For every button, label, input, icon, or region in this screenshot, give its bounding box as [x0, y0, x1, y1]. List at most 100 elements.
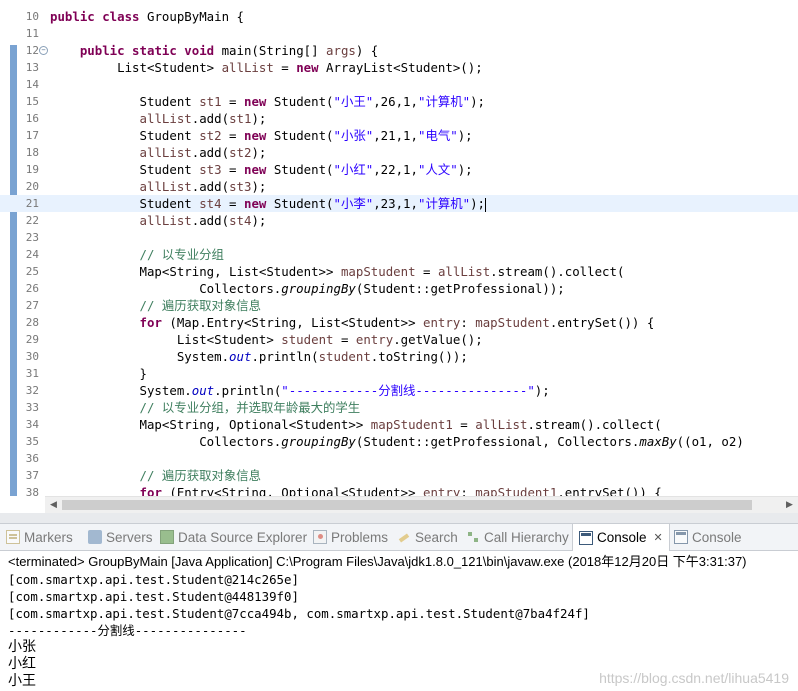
code-line[interactable]: 16 allList.add(st1); [0, 110, 798, 127]
tab-console[interactable]: Console [674, 524, 742, 550]
code-line[interactable]: 26 Collectors.groupingBy(Student::getPro… [0, 280, 798, 297]
line-number: 17 [25, 129, 39, 142]
line-number: 36 [25, 452, 39, 465]
code-line[interactable]: 34 Map<String, Optional<Student>> mapStu… [0, 416, 798, 433]
code-text: Student st1 = new Student("小王",26,1,"计算机… [50, 94, 485, 109]
line-number: 24 [25, 248, 39, 261]
code-text: Map<String, List<Student>> mapStudent = … [50, 264, 625, 279]
line-number: 19 [25, 163, 39, 176]
line-number: 35 [25, 435, 39, 448]
tab-label: Console [597, 530, 647, 545]
code-line[interactable]: 17 Student st2 = new Student("小张",21,1,"… [0, 127, 798, 144]
tab-label: Markers [24, 529, 73, 545]
scroll-left-icon[interactable]: ◀ [45, 497, 62, 514]
console-output-line: [com.smartxp.api.test.Student@7cca494b, … [8, 606, 590, 621]
line-number: 37 [25, 469, 39, 482]
tab-problems[interactable]: Problems [313, 524, 388, 550]
line-number: 26 [25, 282, 39, 295]
code-line[interactable]: 33 // 以专业分组，并选取年龄最大的学生 [0, 399, 798, 416]
tab-call-hierarchy[interactable]: Call Hierarchy [466, 524, 569, 550]
scroll-right-icon[interactable]: ▶ [781, 497, 798, 514]
code-line[interactable]: 15 Student st1 = new Student("小王",26,1,"… [0, 93, 798, 110]
code-line[interactable]: 11 [0, 25, 798, 42]
code-text: System.out.println(student.toString()); [50, 349, 468, 364]
code-line[interactable]: 10 public class GroupByMain { [0, 8, 798, 25]
horizontal-scrollbar[interactable]: ◀ ▶ [45, 496, 798, 514]
code-text: for (Entry<String, Optional<Student>> en… [139, 485, 662, 496]
code-line[interactable]: 24 // 以专业分组 [0, 246, 798, 263]
line-number: 20 [25, 180, 39, 193]
code-line[interactable]: 14 [0, 76, 798, 93]
console-output-line: [com.smartxp.api.test.Student@448139f0] [8, 589, 299, 604]
tab-search[interactable]: Search [397, 524, 458, 550]
code-line[interactable]: 23 [0, 229, 798, 246]
text-caret [485, 197, 486, 212]
line-number: 22 [25, 214, 39, 227]
code-text: List<Student> student = entry.getValue()… [50, 332, 483, 347]
code-line[interactable]: 30 System.out.println(student.toString()… [0, 348, 798, 365]
tab-console-active[interactable]: Console ✕ [572, 524, 670, 551]
code-text: // 遍历获取对象信息 [139, 298, 262, 313]
code-editor[interactable]: 10 public class GroupByMain { 11 12− public… [0, 0, 798, 496]
code-line[interactable]: 27 // 遍历获取对象信息 [0, 297, 798, 314]
line-number: 28 [25, 316, 39, 329]
console-view[interactable]: <terminated> GroupByMain [Java Applicati… [0, 551, 798, 691]
watermark: https://blog.csdn.net/lihua5419 [599, 670, 789, 686]
code-line[interactable]: 20 allList.add(st3); [0, 178, 798, 195]
code-text: for (Map.Entry<String, List<Student>> en… [139, 315, 655, 330]
line-number: 38 [25, 486, 39, 496]
data-source-icon [160, 530, 174, 544]
fold-toggle-icon[interactable]: − [39, 46, 48, 55]
code-text: Collectors.groupingBy(Student::getProfes… [50, 434, 744, 449]
code-line[interactable]: 36 [0, 450, 798, 467]
code-line[interactable]: 18 allList.add(st2); [0, 144, 798, 161]
code-line[interactable]: 31 } [0, 365, 798, 382]
code-text: Student st2 = new Student("小张",21,1,"电气"… [50, 128, 473, 143]
code-line[interactable]: 25 Map<String, List<Student>> mapStudent… [0, 263, 798, 280]
code-line[interactable]: 19 Student st3 = new Student("小红",22,1,"… [0, 161, 798, 178]
console-status: <terminated> GroupByMain [Java Applicati… [8, 554, 747, 569]
code-text: // 以专业分组 [139, 247, 224, 262]
line-number: 15 [25, 95, 39, 108]
code-text: public static void main(String[] args) { [79, 43, 379, 58]
search-icon [397, 530, 411, 544]
line-number: 18 [25, 146, 39, 159]
code-line[interactable]: 32 System.out.println("------------分割线--… [0, 382, 798, 399]
code-line[interactable]: 12− public static void main(String[] arg… [0, 42, 798, 59]
servers-icon [88, 530, 102, 544]
tab-label: Call Hierarchy [484, 529, 569, 545]
close-icon[interactable]: ✕ [654, 531, 663, 544]
code-line[interactable]: 29 List<Student> student = entry.getValu… [0, 331, 798, 348]
console-icon [579, 530, 593, 545]
code-line[interactable]: 38 for (Entry<String, Optional<Student>>… [0, 484, 798, 496]
code-text: Student st3 = new Student("小红",22,1,"人文"… [50, 162, 473, 177]
line-number: 31 [25, 367, 39, 380]
problems-icon [313, 530, 327, 544]
line-number: 30 [25, 350, 39, 363]
scrollbar-thumb[interactable] [62, 500, 752, 510]
code-text: Student st4 = new Student("小李",23,1,"计算机… [50, 196, 486, 212]
code-text: allList.add(st3); [139, 179, 267, 194]
code-line[interactable]: 28 for (Map.Entry<String, List<Student>>… [0, 314, 798, 331]
tab-label: Data Source Explorer [178, 529, 308, 545]
code-text: allList.add(st2); [139, 145, 267, 160]
line-number: 21 [25, 197, 39, 210]
code-line[interactable]: 35 Collectors.groupingBy(Student::getPro… [0, 433, 798, 450]
tab-markers[interactable]: Markers [6, 524, 73, 550]
console-output-line: 小红 [8, 656, 36, 672]
line-number: 10 [25, 10, 39, 23]
line-number: 11 [25, 27, 39, 40]
code-line[interactable]: 13 List<Student> allList = new ArrayList… [0, 59, 798, 76]
views-tab-bar: Markers Servers Data Source Explorer Pro… [0, 524, 798, 551]
tab-servers[interactable]: Servers [88, 524, 153, 550]
code-line[interactable]: 22 allList.add(st4); [0, 212, 798, 229]
code-text: Map<String, Optional<Student>> mapStuden… [50, 417, 662, 432]
console-icon [674, 530, 688, 544]
code-text: // 遍历获取对象信息 [139, 468, 262, 483]
code-line[interactable]: 21 Student st4 = new Student("小李",23,1,"… [0, 195, 798, 212]
code-text: allList.add(st1); [139, 111, 267, 126]
line-number: 27 [25, 299, 39, 312]
line-number: 32 [25, 384, 39, 397]
code-line[interactable]: 37 // 遍历获取对象信息 [0, 467, 798, 484]
tab-data-source-explorer[interactable]: Data Source Explorer [160, 524, 307, 550]
